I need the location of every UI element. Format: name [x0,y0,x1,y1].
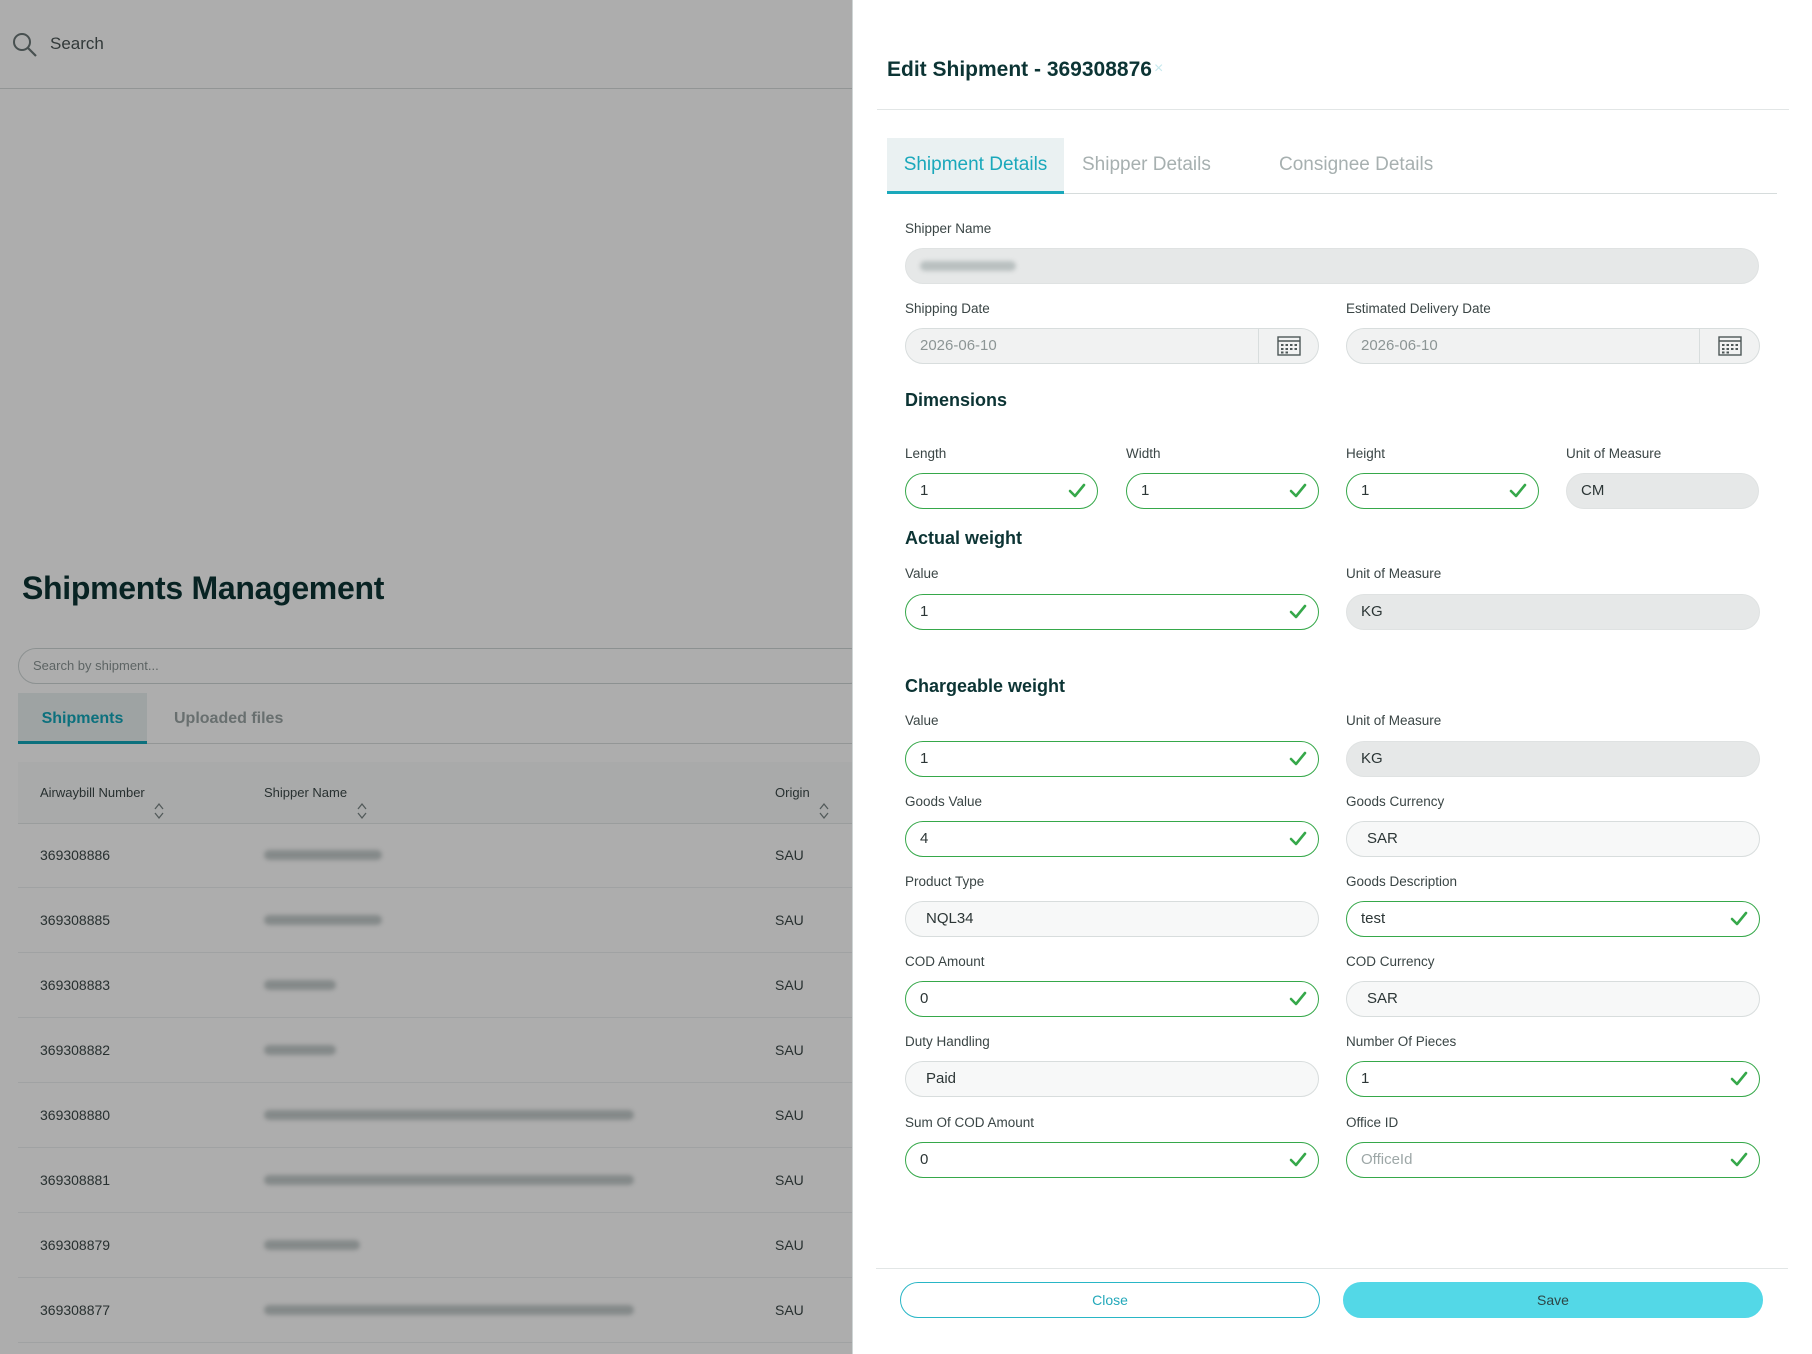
check-icon [1730,1152,1748,1167]
goods-description-input[interactable]: test [1346,901,1760,937]
chargeable-weight-uom-field: KG [1346,741,1760,777]
sum-cod-label: Sum Of COD Amount [905,1115,1035,1130]
dimensions-uom-label: Unit of Measure [1566,446,1662,461]
estimated-delivery-label: Estimated Delivery Date [1346,301,1491,316]
check-icon [1289,991,1307,1006]
check-icon [1289,751,1307,766]
actual-weight-uom-field: KG [1346,594,1760,630]
duty-handling-label: Duty Handling [905,1034,990,1049]
check-icon [1068,483,1086,498]
estimated-delivery-field[interactable]: 2026-06-10 [1346,328,1760,364]
office-id-input[interactable]: OfficeId [1346,1142,1760,1178]
cod-amount-input[interactable]: 0 [905,981,1319,1017]
chargeable-weight-heading: Chargeable weight [905,676,1066,696]
calendar-button[interactable] [1258,329,1318,363]
tab-consignee-details[interactable]: Consignee Details [1279,138,1433,194]
shipper-name-label: Shipper Name [905,221,992,236]
check-icon [1289,604,1307,619]
goods-description-label: Goods Description [1346,874,1458,889]
drawer-tabs: Shipment Details Shipper Details Consign… [887,138,1777,194]
calendar-icon [1718,336,1742,356]
drawer-header: Edit Shipment - 369308876 × [877,0,1789,110]
shipper-name-redacted [920,261,1016,271]
goods-currency-label: Goods Currency [1346,794,1445,809]
actual-weight-heading: Actual weight [905,528,1023,548]
actual-weight-value-label: Value [905,566,939,581]
shipper-name-field [905,248,1759,284]
sum-cod-input[interactable]: 0 [905,1142,1319,1178]
office-id-label: Office ID [1346,1115,1399,1130]
tab-shipment-details[interactable]: Shipment Details [887,138,1064,194]
actual-weight-uom-label: Unit of Measure [1346,566,1442,581]
length-label: Length [905,446,947,461]
product-type-select[interactable]: NQL34 [905,901,1319,937]
calendar-icon [1277,336,1301,356]
dimensions-uom-field: CM [1566,473,1759,509]
drawer-footer-divider [876,1268,1788,1269]
close-icon[interactable]: × [1154,60,1163,78]
calendar-button[interactable] [1699,329,1759,363]
height-label: Height [1346,446,1386,461]
cod-currency-label: COD Currency [1346,954,1435,969]
actual-weight-input[interactable]: 1 [905,594,1319,630]
goods-value-input[interactable]: 4 [905,821,1319,857]
shipping-date-field[interactable]: 2026-06-10 [905,328,1319,364]
dimensions-heading: Dimensions [905,390,1008,410]
goods-currency-select[interactable]: SAR [1346,821,1760,857]
goods-value-label: Goods Value [905,794,983,809]
width-input[interactable]: 1 [1126,473,1319,509]
save-button[interactable]: Save [1343,1282,1763,1318]
check-icon [1509,483,1527,498]
close-button[interactable]: Close [900,1282,1320,1318]
drawer-title: Edit Shipment - 369308876 [887,58,1152,81]
check-icon [1730,1071,1748,1086]
cod-currency-select[interactable]: SAR [1346,981,1760,1017]
number-of-pieces-label: Number Of Pieces [1346,1034,1457,1049]
height-input[interactable]: 1 [1346,473,1539,509]
duty-handling-select[interactable]: Paid [905,1061,1319,1097]
chargeable-weight-uom-label: Unit of Measure [1346,713,1442,728]
modal-backdrop[interactable] [0,0,852,1354]
check-icon [1289,1152,1307,1167]
chargeable-weight-input[interactable]: 1 [905,741,1319,777]
check-icon [1289,483,1307,498]
number-of-pieces-input[interactable]: 1 [1346,1061,1760,1097]
tab-shipper-details[interactable]: Shipper Details [1082,138,1211,194]
product-type-label: Product Type [905,874,985,889]
check-icon [1730,911,1748,926]
shipping-date-label: Shipping Date [905,301,990,316]
chargeable-weight-value-label: Value [905,713,939,728]
width-label: Width [1126,446,1161,461]
check-icon [1289,831,1307,846]
cod-amount-label: COD Amount [905,954,985,969]
length-input[interactable]: 1 [905,473,1098,509]
